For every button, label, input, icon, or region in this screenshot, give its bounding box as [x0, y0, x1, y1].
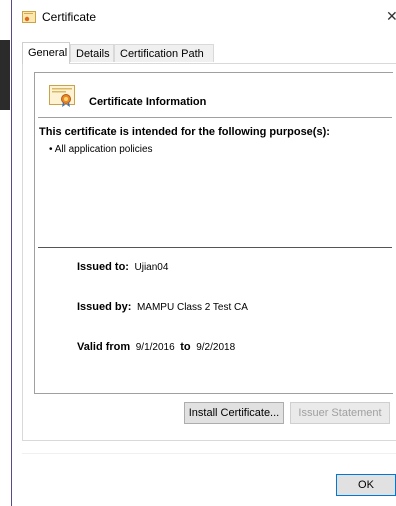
issued-to-value: Ujian04	[134, 262, 169, 273]
valid-from-value: 9/1/2016	[135, 342, 175, 353]
issuer-statement-button[interactable]: Issuer Statement	[290, 402, 390, 424]
issued-to-label: Issued to:	[77, 261, 129, 273]
tab-details[interactable]: Details	[70, 44, 114, 62]
certificate-icon	[49, 85, 75, 107]
issued-to-row: Issued to: Ujian04	[77, 261, 168, 273]
valid-to-value: 9/2/2018	[196, 342, 236, 353]
window-title: Certificate	[42, 10, 97, 24]
issued-by-row: Issued by: MAMPU Class 2 Test CA	[77, 301, 248, 313]
issued-by-label: Issued by:	[77, 301, 132, 313]
valid-from-label: Valid from	[77, 341, 131, 353]
background-window-strip	[0, 40, 10, 110]
divider	[38, 247, 392, 248]
certificate-info-box: Certificate Information This certificate…	[34, 72, 393, 394]
purpose-heading: This certificate is intended for the fol…	[39, 126, 330, 138]
tab-general[interactable]: General	[22, 42, 70, 64]
certificate-icon	[22, 11, 36, 23]
tab-certification-path[interactable]: Certification Path	[114, 44, 214, 62]
desktop-edge	[0, 0, 12, 506]
validity-row: Valid from 9/1/2016 to 9/2/2018	[77, 341, 235, 353]
valid-to-label: to	[180, 341, 191, 353]
purpose-item: • All application policies	[49, 144, 153, 155]
issued-by-value: MAMPU Class 2 Test CA	[136, 302, 248, 313]
certificate-info-heading: Certificate Information	[89, 96, 207, 108]
close-icon[interactable]: ✕	[386, 8, 396, 25]
title-bar[interactable]: Certificate ✕	[12, 0, 396, 34]
divider	[22, 453, 396, 454]
ok-button[interactable]: OK	[336, 474, 396, 496]
divider	[38, 117, 392, 118]
certificate-dialog: Certificate ✕ General Details Certificat…	[12, 0, 396, 506]
install-certificate-button[interactable]: Install Certificate...	[184, 402, 284, 424]
